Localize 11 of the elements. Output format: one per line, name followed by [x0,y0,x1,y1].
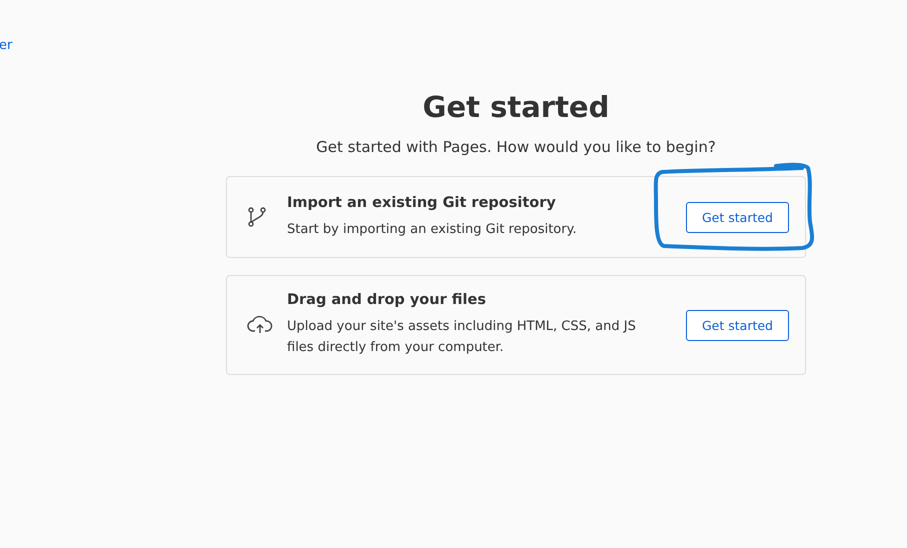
option-description: Upload your site's assets including HTML, CSS, and JS files directly from your computer. [287,318,637,357]
link[interactable]: er [0,38,12,53]
page-title: Get started [422,90,610,124]
option-title: Import an existing Git repository [287,194,557,210]
get-started-button[interactable]: Get started [686,202,789,232]
option-title: Drag and drop your files [287,292,487,308]
branch-icon [247,206,267,228]
subtitle: Get started with Pages. How would you like to begin? [316,138,716,156]
option-description: Start by importing an existing Git repository. [287,220,578,238]
cloud-upload-icon [247,315,273,335]
get-started-button[interactable]: Get started [686,310,789,340]
